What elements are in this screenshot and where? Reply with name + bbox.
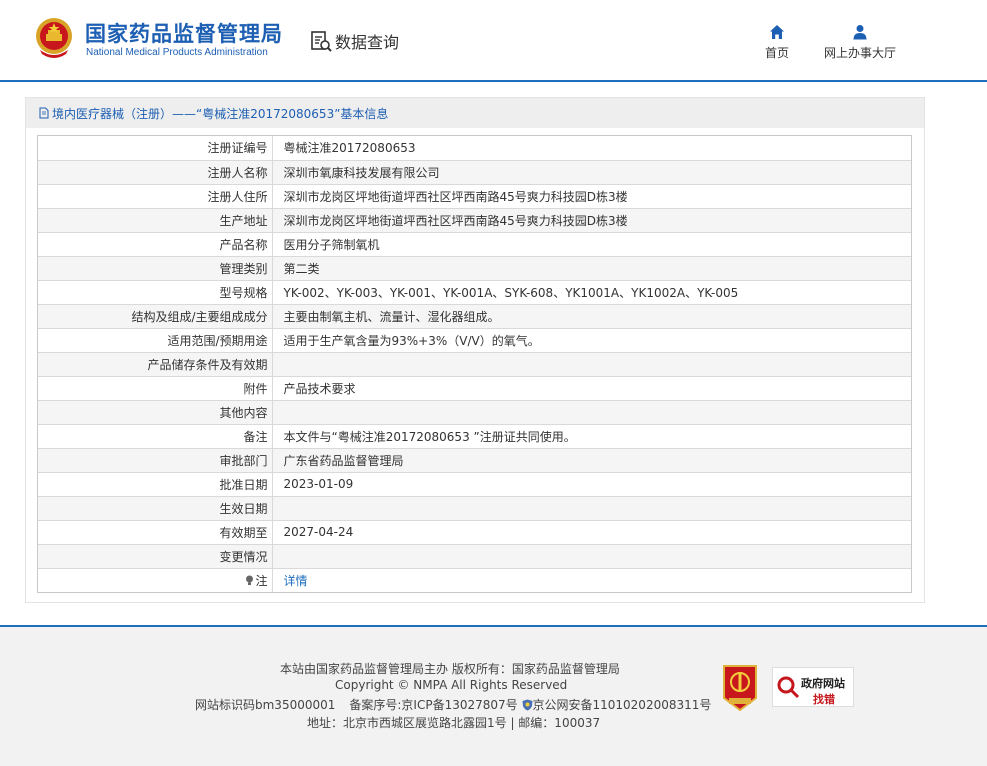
- field-value: [272, 496, 911, 521]
- table-row: 审批部门 广东省药品监督管理局: [38, 448, 911, 473]
- table-row: 变更情况: [38, 544, 911, 569]
- field-label: 变更情况: [38, 544, 273, 569]
- footer-sponsor: 本站由国家药品监督管理局主办 版权所有：国家药品监督管理局: [280, 662, 620, 676]
- table-row: 注册人名称 深圳市氧康科技发展有限公司: [38, 160, 911, 185]
- field-label: 产品名称: [38, 232, 273, 257]
- document-search-icon: [311, 31, 332, 52]
- field-value: 主要由制氧主机、流量计、湿化器组成。: [272, 304, 911, 329]
- table-row: 生产地址 深圳市龙岗区坪地街道坪西社区坪西南路45号爽力科技园D栋3楼: [38, 208, 911, 233]
- note-label: 注: [38, 568, 273, 592]
- table-row: 适用范围/预期用途 适用于生产氧含量为93%+3%（V/V）的氧气。: [38, 328, 911, 353]
- note-value: 详情: [272, 568, 911, 592]
- field-value: YK-002、YK-003、YK-001、YK-001A、SYK-608、YK1…: [272, 280, 911, 305]
- footer-police[interactable]: 京公网安备11010202008311号: [533, 698, 712, 712]
- home-icon: [770, 25, 784, 39]
- field-label: 批准日期: [38, 472, 273, 497]
- footer-address: 地址：北京市西城区展览路北露园1号 | 邮编：100037: [307, 716, 601, 730]
- lightbulb-icon: [246, 575, 254, 585]
- panel-title-bar: 境内医疗器械（注册）——“粤械注准20172080653”基本信息: [26, 98, 924, 128]
- field-label: 产品储存条件及有效期: [38, 352, 273, 377]
- field-label: 适用范围/预期用途: [38, 328, 273, 353]
- party-government-badge-icon[interactable]: [720, 664, 760, 712]
- field-value: 第二类: [272, 256, 911, 281]
- footer-registration: 网站标识码bm35000001 备案序号:京ICP备13027807号 京公网安备…: [195, 696, 711, 713]
- site-footer: 本站由国家药品监督管理局主办 版权所有：国家药品监督管理局 Copyright …: [0, 625, 987, 766]
- national-emblem-icon: [36, 18, 72, 58]
- table-row: 有效期至 2027-04-24: [38, 520, 911, 545]
- field-label: 其他内容: [38, 400, 273, 425]
- note-key: 注: [255, 573, 268, 588]
- field-value: [272, 352, 911, 377]
- field-value: 广东省药品监督管理局: [272, 448, 911, 473]
- table-row: 产品名称 医用分子筛制氧机: [38, 232, 911, 257]
- footer-copyright: Copyright © NMPA All Rights Reserved: [335, 678, 568, 692]
- police-shield-icon: [522, 699, 532, 711]
- field-value: 产品技术要求: [272, 376, 911, 401]
- table-row: 注册人住所 深圳市龙岗区坪地街道坪西社区坪西南路45号爽力科技园D栋3楼: [38, 184, 911, 209]
- field-label: 型号规格: [38, 280, 273, 305]
- gov-badge-title: 政府网站: [801, 677, 845, 690]
- field-label: 管理类别: [38, 256, 273, 281]
- table-row: 注册证编号 粤械注准20172080653: [38, 136, 911, 161]
- field-label: 生产地址: [38, 208, 273, 233]
- field-label: 生效日期: [38, 496, 273, 521]
- field-label: 注册人名称: [38, 160, 273, 185]
- field-value: 深圳市龙岗区坪地街道坪西社区坪西南路45号爽力科技园D栋3楼: [272, 208, 911, 233]
- device-info-panel: 境内医疗器械（注册）——“粤械注准20172080653”基本信息 注册证编号粤…: [25, 97, 925, 603]
- data-query-link[interactable]: 数据查询: [309, 28, 399, 54]
- table-row: 生效日期: [38, 496, 911, 521]
- site-header: 国家药品监督管理局 National Medical Products Admi…: [0, 0, 987, 82]
- field-label: 有效期至: [38, 520, 273, 545]
- table-row: 其他内容: [38, 400, 911, 425]
- site-title-cn[interactable]: 国家药品监督管理局: [85, 18, 283, 48]
- table-row: 管理类别 第二类: [38, 256, 911, 281]
- nav-home-label: 首页: [764, 46, 789, 60]
- field-value: 2027-04-24: [272, 520, 911, 545]
- table-row: 结构及组成/主要组成成分 主要由制氧主机、流量计、湿化器组成。: [38, 304, 911, 329]
- nav-home[interactable]: 首页: [762, 24, 792, 61]
- footer-site-code: 网站标识码bm35000001: [195, 698, 336, 712]
- site-title-en[interactable]: National Medical Products Administration: [86, 47, 268, 58]
- field-label: 备注: [38, 424, 273, 449]
- field-label: 注册人住所: [38, 184, 273, 209]
- document-icon: [39, 107, 49, 119]
- field-label: 审批部门: [38, 448, 273, 473]
- info-table: 注册证编号 粤械注准20172080653 注册人名称 深圳市氧康科技发展有限公司 注册…: [37, 135, 912, 593]
- magnifier-icon: [777, 676, 800, 699]
- field-label: 附件: [38, 376, 273, 401]
- gov-badge-subtitle: 找错: [813, 693, 835, 706]
- field-value: 医用分子筛制氧机: [272, 232, 911, 257]
- detail-link[interactable]: 详情: [284, 574, 308, 588]
- field-label: 结构及组成/主要组成成分: [38, 304, 273, 329]
- table-row: 产品储存条件及有效期: [38, 352, 911, 377]
- field-value: 适用于生产氧含量为93%+3%（V/V）的氧气。: [272, 328, 911, 353]
- field-value: [272, 544, 911, 569]
- field-value: 本文件与“粤械注准20172080653 ”注册证共同使用。: [272, 424, 911, 449]
- field-value: 粤械注准20172080653: [272, 136, 911, 161]
- data-query-label: 数据查询: [335, 33, 400, 52]
- user-icon: [853, 25, 867, 40]
- table-row: 型号规格 YK-002、YK-003、YK-001、YK-001A、SYK-608…: [38, 280, 911, 305]
- panel-title: 境内医疗器械（注册）——“粤械注准20172080653”基本信息: [52, 106, 389, 121]
- nav-online-service-hall[interactable]: 网上办事大厅: [822, 24, 898, 61]
- gov-website-error-report-badge[interactable]: 政府网站 找错: [772, 667, 854, 707]
- table-row-note: 注 详情: [38, 568, 911, 592]
- field-value: 2023-01-09: [272, 472, 911, 497]
- field-value: [272, 400, 911, 425]
- table-row: 备注 本文件与“粤械注准20172080653 ”注册证共同使用。: [38, 424, 911, 449]
- field-value: 深圳市龙岗区坪地街道坪西社区坪西南路45号爽力科技园D栋3楼: [272, 184, 911, 209]
- table-row: 批准日期 2023-01-09: [38, 472, 911, 497]
- table-row: 附件 产品技术要求: [38, 376, 911, 401]
- field-label: 注册证编号: [38, 136, 273, 161]
- footer-icp[interactable]: 备案序号:京ICP备13027807号: [349, 698, 517, 712]
- nav-online-service-hall-label: 网上办事大厅: [823, 46, 896, 60]
- field-value: 深圳市氧康科技发展有限公司: [272, 160, 911, 185]
